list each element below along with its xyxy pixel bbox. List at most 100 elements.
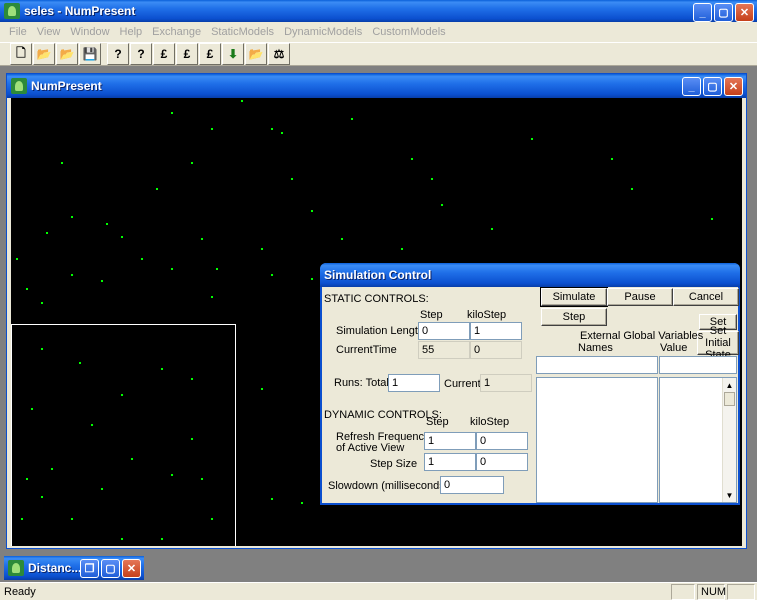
open-folder-icon[interactable]: 📂 (56, 43, 78, 65)
menu-file[interactable]: File (4, 26, 32, 38)
close-button[interactable]: ✕ (735, 3, 754, 22)
static-step-header: Step (420, 309, 443, 321)
landscape-point (41, 496, 43, 498)
landscape-point (261, 388, 263, 390)
landscape-point (141, 258, 143, 260)
landscape-point (211, 518, 213, 520)
step-button[interactable]: Step (541, 308, 607, 326)
landscape-point (101, 488, 103, 490)
child-maximize-button[interactable]: ▢ (703, 77, 722, 96)
mini-close-button[interactable]: ✕ (122, 559, 141, 578)
landscape-point (26, 288, 28, 290)
global-values-list[interactable]: ▲ ▼ (659, 377, 737, 503)
simulation-length-kilostep-input[interactable]: 1 (470, 322, 522, 340)
landscape-point (271, 498, 273, 500)
maximize-button[interactable]: ▢ (714, 3, 733, 22)
status-bar: Ready NUM (0, 582, 757, 600)
save-icon[interactable]: 💾 (79, 43, 101, 65)
window-leaf-icon (11, 78, 27, 94)
zoom-selection-box[interactable] (11, 324, 236, 546)
values-scrollbar[interactable]: ▲ ▼ (722, 378, 736, 502)
cancel-button[interactable]: Cancel (673, 288, 739, 306)
landscape-event-icon[interactable]: £ (176, 43, 198, 65)
scroll-up-arrow-icon[interactable]: ▲ (723, 378, 736, 392)
simulation-icon[interactable]: ⚖ (268, 43, 290, 65)
mini-maximize-button[interactable]: ▢ (101, 559, 120, 578)
landscape-point (291, 178, 293, 180)
open-folder-icon[interactable]: 📂 (33, 43, 55, 65)
menu-help[interactable]: Help (115, 26, 148, 38)
scroll-thumb[interactable] (724, 392, 735, 406)
landscape-point (191, 438, 193, 440)
landscape-point (156, 188, 158, 190)
landscape-point (51, 468, 53, 470)
landscape-point (301, 502, 303, 504)
child-minimize-button[interactable]: _ (682, 77, 701, 96)
landscape-icon[interactable]: £ (153, 43, 175, 65)
context-help-icon[interactable]: ? (130, 43, 152, 65)
status-cell-caps (671, 583, 695, 600)
landscape-point (411, 158, 413, 160)
slowdown-input[interactable]: 0 (440, 476, 504, 494)
landscape-point (401, 248, 403, 250)
menu-custommodels[interactable]: CustomModels (367, 26, 450, 38)
landscape-point (241, 100, 243, 102)
restore-button[interactable]: ❐ (80, 559, 99, 578)
landscape-point (491, 228, 493, 230)
step-size-kilostep-input[interactable]: 0 (476, 453, 528, 471)
app-title: seles - NumPresent (24, 4, 136, 18)
minimize-button[interactable]: _ (693, 3, 712, 22)
runs-total-input[interactable]: 1 (388, 374, 440, 392)
landscape-point (106, 223, 108, 225)
menu-staticmodels[interactable]: StaticModels (206, 26, 279, 38)
step-size-label: Step Size (370, 458, 418, 470)
simulation-control-title-bar: Simulation Control (320, 263, 740, 287)
new-file-icon[interactable]: 🗋 (10, 43, 32, 65)
child-close-button[interactable]: ✕ (724, 77, 743, 96)
external-globals-title: External Global Variables (580, 330, 704, 342)
simulation-control-dialog: Simulation Control STATIC CONTROLS: Step… (320, 263, 740, 505)
refresh-frequency-kilostep-input[interactable]: 0 (476, 432, 528, 450)
minimized-title-bar[interactable]: Distanc... ❐ ▢ ✕ (4, 556, 144, 580)
open-file-icon[interactable]: 📂 (245, 43, 267, 65)
menu-exchange[interactable]: Exchange (147, 26, 206, 38)
landscape-point (101, 280, 103, 282)
landscape-point (311, 278, 313, 280)
landscape-point (131, 458, 133, 460)
landscape-point (271, 274, 273, 276)
landscape-point (161, 538, 163, 540)
step-size-step-input[interactable]: 1 (424, 453, 476, 471)
landscape-point (191, 162, 193, 164)
landscape-point (441, 204, 443, 206)
simulate-button[interactable]: Simulate (540, 287, 608, 307)
menu-dynamicmodels[interactable]: DynamicModels (279, 26, 367, 38)
landscape-point (211, 128, 213, 130)
scroll-down-arrow-icon[interactable]: ▼ (723, 488, 736, 502)
current-time-label: CurrentTime (336, 344, 397, 356)
simulation-control-title: Simulation Control (324, 268, 432, 282)
landscape-point (79, 362, 81, 364)
global-value-input[interactable] (659, 356, 737, 374)
global-name-input[interactable] (536, 356, 658, 374)
landscape-point (71, 274, 73, 276)
view-scroll-edge (742, 98, 746, 546)
landscape-point (161, 368, 163, 370)
refresh-frequency-step-input[interactable]: 1 (424, 432, 476, 450)
simulation-length-step-input[interactable]: 0 (418, 322, 470, 340)
download-arrow-icon[interactable]: ⬇ (222, 43, 244, 65)
pause-button[interactable]: Pause (607, 288, 673, 306)
help-icon[interactable]: ? (107, 43, 129, 65)
menu-window[interactable]: Window (65, 26, 114, 38)
minimized-distance-window[interactable]: Distanc... ❐ ▢ ✕ (4, 556, 144, 580)
landscape-point (431, 178, 433, 180)
menu-view[interactable]: View (32, 26, 66, 38)
menu-bar: File View Window Help Exchange StaticMod… (0, 22, 757, 42)
landscape-point (711, 218, 713, 220)
runs-total-label: Runs: Total (334, 377, 389, 389)
landscape-point (201, 478, 203, 480)
global-names-list[interactable] (536, 377, 658, 503)
landscape-stats-icon[interactable]: £ (199, 43, 221, 65)
landscape-point (121, 538, 123, 540)
minimized-leaf-icon (8, 560, 24, 576)
landscape-point (31, 408, 33, 410)
